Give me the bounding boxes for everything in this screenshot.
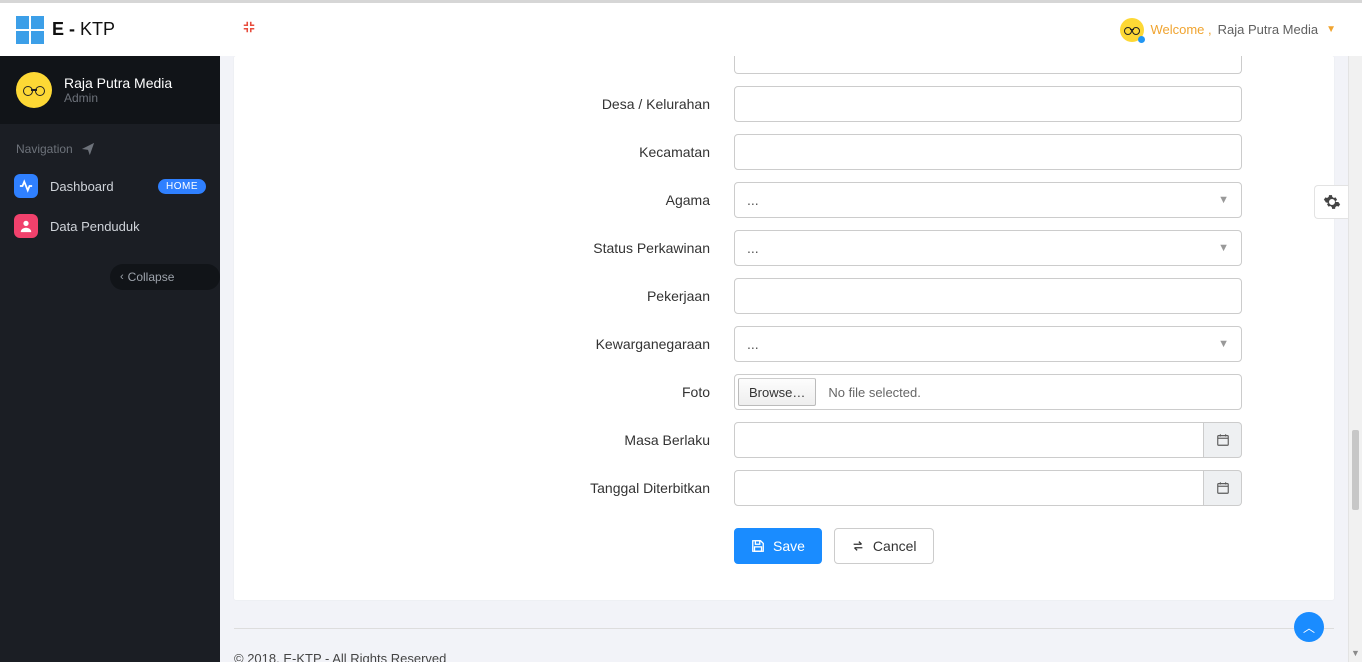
paper-plane-icon bbox=[81, 142, 95, 156]
profile-role: Admin bbox=[64, 91, 172, 105]
sidebar: Raja Putra Media Admin Navigation Dashbo… bbox=[0, 56, 220, 662]
tanggal-diterbitkan-input[interactable] bbox=[734, 470, 1204, 506]
home-badge: HOME bbox=[158, 179, 206, 194]
field-label-kewarganegaraan: Kewarganegaraan bbox=[234, 336, 734, 352]
field-label bbox=[234, 57, 734, 73]
brand[interactable]: E - KTP bbox=[0, 16, 220, 44]
profile-name: Raja Putra Media bbox=[64, 75, 172, 91]
scroll-thumb[interactable] bbox=[1352, 430, 1359, 510]
chevron-up-icon: ︿ bbox=[1303, 619, 1315, 636]
windows-icon bbox=[16, 16, 44, 44]
username: Raja Putra Media bbox=[1218, 22, 1318, 37]
avatar-icon bbox=[1120, 18, 1144, 42]
avatar-icon bbox=[16, 72, 52, 108]
calendar-icon bbox=[1216, 433, 1230, 447]
caret-down-icon: ▼ bbox=[1326, 24, 1336, 35]
field-label-masa: Masa Berlaku bbox=[234, 432, 734, 448]
chevron-left-icon: ‹ bbox=[120, 271, 124, 283]
field-label-tanggal: Tanggal Diterbitkan bbox=[234, 480, 734, 496]
caret-down-icon: ▼ bbox=[1218, 242, 1229, 254]
agama-select[interactable]: ... ▼ bbox=[734, 182, 1242, 218]
caret-down-icon: ▼ bbox=[1218, 338, 1229, 350]
user-icon bbox=[14, 214, 38, 238]
save-icon bbox=[751, 539, 765, 553]
pekerjaan-input[interactable] bbox=[734, 278, 1242, 314]
browse-button[interactable]: Browse… bbox=[738, 378, 816, 406]
gear-icon bbox=[1323, 193, 1341, 211]
sidebar-item-label: Dashboard bbox=[50, 179, 114, 194]
welcome-text: Welcome , bbox=[1150, 22, 1211, 37]
field-label-pekerjaan: Pekerjaan bbox=[234, 288, 734, 304]
masa-berlaku-input[interactable] bbox=[734, 422, 1204, 458]
caret-down-icon: ▼ bbox=[1218, 194, 1229, 206]
file-status-text: No file selected. bbox=[828, 385, 921, 400]
brand-text: E - KTP bbox=[52, 19, 115, 40]
text-input[interactable] bbox=[734, 56, 1242, 74]
kewarganegaraan-select[interactable]: ... ▼ bbox=[734, 326, 1242, 362]
sidebar-item-dashboard[interactable]: Dashboard HOME bbox=[0, 166, 220, 206]
field-label-foto: Foto bbox=[234, 384, 734, 400]
field-label-desa: Desa / Kelurahan bbox=[234, 96, 734, 112]
settings-tab[interactable] bbox=[1314, 185, 1348, 219]
foto-file-input[interactable]: Browse… No file selected. bbox=[734, 374, 1242, 410]
main-content: Desa / Kelurahan Kecamatan Agama ... ▼ S… bbox=[220, 56, 1348, 662]
topbar: E - KTP Welcome , Raja Putra Media ▼ bbox=[0, 0, 1362, 56]
calendar-button[interactable] bbox=[1204, 470, 1242, 506]
nav-header: Navigation bbox=[0, 124, 220, 166]
user-menu[interactable]: Welcome , Raja Putra Media ▼ bbox=[1120, 18, 1362, 42]
activity-icon bbox=[14, 174, 38, 198]
sidebar-profile[interactable]: Raja Putra Media Admin bbox=[0, 56, 220, 124]
scroll-down-icon[interactable]: ▼ bbox=[1349, 644, 1362, 662]
cancel-button[interactable]: Cancel bbox=[834, 528, 934, 564]
exchange-icon bbox=[851, 539, 865, 553]
status-select[interactable]: ... ▼ bbox=[734, 230, 1242, 266]
field-label-kecamatan: Kecamatan bbox=[234, 144, 734, 160]
save-button[interactable]: Save bbox=[734, 528, 822, 564]
kecamatan-input[interactable] bbox=[734, 134, 1242, 170]
fullscreen-toggle-icon[interactable] bbox=[242, 20, 256, 39]
calendar-button[interactable] bbox=[1204, 422, 1242, 458]
footer-text: © 2018. E-KTP - All Rights Reserved bbox=[234, 629, 1334, 662]
back-to-top-button[interactable]: ︿ bbox=[1294, 612, 1324, 642]
sidebar-item-label: Data Penduduk bbox=[50, 219, 140, 234]
field-label-agama: Agama bbox=[234, 192, 734, 208]
collapse-button[interactable]: ‹ Collapse bbox=[110, 264, 220, 290]
sidebar-item-data-penduduk[interactable]: Data Penduduk bbox=[0, 206, 220, 246]
vertical-scrollbar[interactable]: ▲ ▼ bbox=[1348, 0, 1362, 662]
field-label-status: Status Perkawinan bbox=[234, 240, 734, 256]
form-card: Desa / Kelurahan Kecamatan Agama ... ▼ S… bbox=[234, 56, 1334, 600]
calendar-icon bbox=[1216, 481, 1230, 495]
desa-input[interactable] bbox=[734, 86, 1242, 122]
